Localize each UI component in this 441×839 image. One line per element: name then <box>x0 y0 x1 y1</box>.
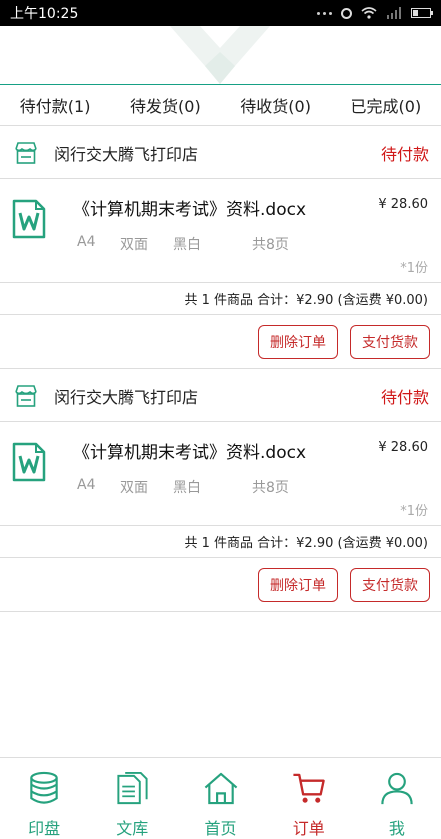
order-actions: 删除订单 支付货款 <box>0 315 441 369</box>
print-color: 黑白 <box>173 480 201 496</box>
order-item[interactable]: 《计算机期末考试》资料.docx ¥ 28.60 A4 双面 黑白 共8页 *1… <box>0 179 441 283</box>
print-sides: 双面 <box>120 237 148 253</box>
paper-size: A4 <box>77 477 96 493</box>
word-document-icon <box>12 199 46 239</box>
order-status-tabs: 待付款(1) 待发货(0) 待收货(0) 已完成(0) <box>0 84 441 126</box>
delete-order-button[interactable]: 删除订单 <box>258 324 338 359</box>
file-name: 《计算机期末考试》资料.docx <box>73 200 307 220</box>
order-status: 待付款 <box>380 387 429 407</box>
user-icon <box>381 772 413 805</box>
nav-item-me[interactable]: 我 <box>353 758 441 839</box>
battery-icon <box>411 8 433 18</box>
word-document-icon <box>12 442 46 482</box>
more-dots-icon <box>317 11 332 15</box>
copies: *1份 <box>400 504 428 519</box>
tab-pending-payment[interactable]: 待付款(1) <box>0 85 110 125</box>
cart-icon <box>293 773 325 803</box>
status-icons <box>317 7 433 19</box>
nav-item-home[interactable]: 首页 <box>176 758 264 839</box>
store-icon <box>15 384 37 407</box>
home-icon <box>204 772 237 805</box>
header-banner <box>0 26 441 84</box>
shop-row[interactable]: 闵行交大腾飞打印店 待付款 <box>0 370 441 422</box>
nav-item-yinpan[interactable]: 印盘 <box>0 758 88 839</box>
tab-completed[interactable]: 已完成(0) <box>331 85 441 125</box>
item-price: ¥ 28.60 <box>378 440 428 455</box>
pay-button[interactable]: 支付货款 <box>350 324 430 359</box>
paper-size: A4 <box>77 234 96 250</box>
shop-row[interactable]: 闵行交大腾飞打印店 待付款 <box>0 127 441 179</box>
store-icon <box>15 141 37 164</box>
tab-pending-receipt[interactable]: 待收货(0) <box>221 85 331 125</box>
order-item[interactable]: 《计算机期末考试》资料.docx ¥ 28.60 A4 双面 黑白 共8页 *1… <box>0 422 441 526</box>
database-icon <box>30 771 58 804</box>
order-card: 闵行交大腾飞打印店 待付款 《计算机期末考试》资料.docx ¥ 28.60 A… <box>0 370 441 612</box>
banner-decoration <box>170 26 270 84</box>
nav-label: 首页 <box>204 819 237 838</box>
page-count: 共8页 <box>252 237 289 253</box>
page-count: 共8页 <box>252 480 289 496</box>
status-bar: 上午10:25 <box>0 0 441 26</box>
battery-level <box>413 10 419 16</box>
print-color: 黑白 <box>173 237 201 253</box>
wifi-icon <box>361 7 377 19</box>
order-summary: 共 1 件商品 合计：¥2.90 (含运费 ¥0.00) <box>0 526 441 558</box>
order-summary: 共 1 件商品 合计：¥2.90 (含运费 ¥0.00) <box>0 283 441 315</box>
documents-icon <box>117 771 148 805</box>
sync-icon <box>341 7 352 19</box>
file-name: 《计算机期末考试》资料.docx <box>73 443 307 463</box>
order-card: 闵行交大腾飞打印店 待付款 《计算机期末考试》资料.docx ¥ 28.60 A… <box>0 127 441 369</box>
bottom-nav: 印盘 文库 首页 订单 我 <box>0 757 441 839</box>
print-sides: 双面 <box>120 480 148 496</box>
order-status: 待付款 <box>380 144 429 164</box>
nav-label: 文库 <box>116 819 149 838</box>
delete-order-button[interactable]: 删除订单 <box>258 567 338 602</box>
item-price: ¥ 28.60 <box>378 197 428 212</box>
nav-label: 印盘 <box>28 819 61 838</box>
tab-pending-shipment[interactable]: 待发货(0) <box>110 85 220 125</box>
shop-name: 闵行交大腾飞打印店 <box>54 387 199 407</box>
shop-name: 闵行交大腾飞打印店 <box>54 144 199 164</box>
nav-label: 我 <box>388 819 405 838</box>
nav-item-orders[interactable]: 订单 <box>265 758 353 839</box>
nav-item-library[interactable]: 文库 <box>88 758 176 839</box>
signal-icon <box>387 7 401 19</box>
order-actions: 删除订单 支付货款 <box>0 558 441 612</box>
nav-label: 订单 <box>292 819 325 838</box>
status-time: 上午10:25 <box>10 6 79 22</box>
pay-button[interactable]: 支付货款 <box>350 567 430 602</box>
copies: *1份 <box>400 261 428 276</box>
